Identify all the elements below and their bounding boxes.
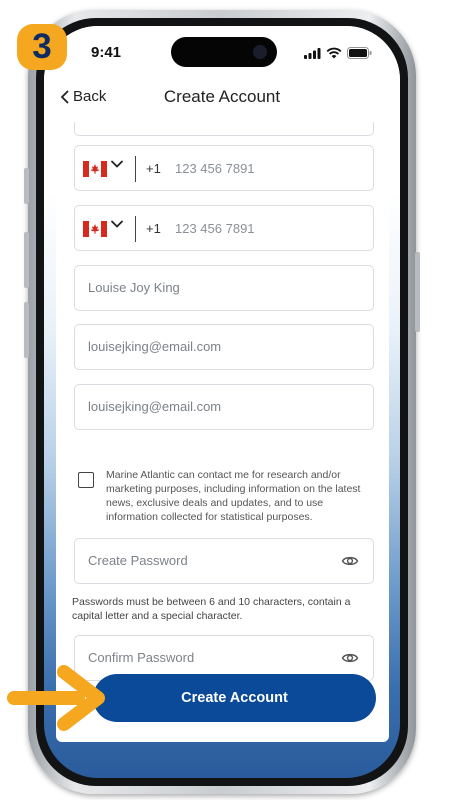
action-button [24, 168, 29, 204]
field-divider [135, 156, 136, 182]
step-number-badge: 3 [17, 24, 67, 70]
create-password-field[interactable]: Create Password [74, 538, 374, 584]
back-label: Back [73, 88, 107, 105]
chevron-left-icon [60, 90, 69, 103]
canada-flag-icon [83, 161, 107, 177]
back-button[interactable]: Back [60, 88, 106, 105]
previous-field[interactable] [74, 122, 374, 136]
full-name-field[interactable]: Louise Joy King [74, 265, 374, 311]
marketing-consent-checkbox[interactable] [78, 472, 94, 488]
create-account-button[interactable]: Create Account [93, 674, 376, 722]
eye-icon[interactable] [341, 554, 359, 568]
status-bar: 9:41 [44, 26, 400, 84]
email-field[interactable]: louisejking@email.com [74, 324, 374, 370]
full-name-placeholder: Louise Joy King [88, 280, 180, 295]
chevron-down-icon[interactable] [110, 159, 124, 169]
volume-up-button [24, 232, 29, 288]
dynamic-island [171, 37, 277, 67]
front-camera [253, 45, 267, 59]
phone-secondary-field[interactable]: +1 123 456 7891 [74, 205, 374, 251]
status-time: 9:41 [91, 44, 122, 61]
create-password-placeholder: Create Password [88, 553, 188, 568]
status-icons [304, 47, 372, 59]
arrow-right-icon [7, 665, 105, 731]
dial-code: +1 [146, 161, 161, 176]
confirm-email-field[interactable]: louisejking@email.com [74, 384, 374, 430]
eye-icon[interactable] [341, 651, 359, 665]
navigation-bar: Create Account Back [44, 84, 400, 122]
email-placeholder: louisejking@email.com [88, 339, 222, 354]
password-requirements-hint: Passwords must be between 6 and 10 chara… [72, 596, 351, 622]
dial-code: +1 [146, 221, 161, 236]
chevron-down-icon[interactable] [110, 219, 124, 229]
canada-flag-icon [83, 221, 107, 237]
create-account-form: +1 123 456 7891 +1 123 456 7891 Louise J… [56, 122, 389, 742]
signal-icon [304, 47, 321, 59]
wifi-icon [326, 47, 342, 59]
battery-icon [347, 47, 372, 59]
field-divider [135, 216, 136, 242]
marketing-consent-label: Marine Atlantic can contact me for resea… [106, 469, 361, 523]
confirm-email-placeholder: louisejking@email.com [88, 399, 222, 414]
phone-primary-field[interactable]: +1 123 456 7891 [74, 145, 374, 191]
power-button [415, 252, 420, 332]
phone-number-placeholder: 123 456 7891 [175, 161, 255, 176]
phone-number-placeholder: 123 456 7891 [175, 221, 255, 236]
volume-down-button [24, 302, 29, 358]
